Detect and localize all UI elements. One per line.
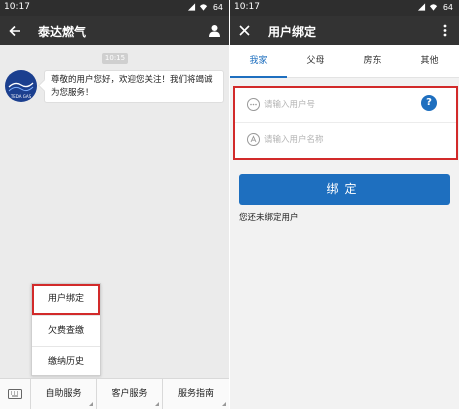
menu-item-user-binding[interactable]: 用户绑定 <box>32 284 100 315</box>
menu-item-payment-history[interactable]: 缴纳历史 <box>32 346 100 377</box>
menu-customer-service[interactable]: 客户服务 <box>97 379 163 409</box>
menu-service-guide[interactable]: 服务指南 <box>163 379 229 409</box>
tab-parents[interactable]: 父母 <box>287 45 344 78</box>
battery-level: 64 <box>442 2 453 12</box>
back-arrow-icon[interactable] <box>0 16 29 45</box>
chat-screen: 10:17 64 泰达燃气 10:15 TEDA GAS 尊敬的用户您好，欢迎您… <box>0 0 229 409</box>
welcome-message: 尊敬的用户您好，欢迎您关注！我们将竭诚为您服务！ <box>44 70 224 103</box>
chat-area: 10:15 TEDA GAS 尊敬的用户您好，欢迎您关注！我们将竭诚为您服务！ … <box>0 45 229 378</box>
relation-tabs: 我家 父母 房东 其他 <box>230 45 459 78</box>
binding-status-text: 您还未绑定用户 <box>239 213 299 223</box>
header: 泰达燃气 <box>0 16 229 45</box>
user-name-input[interactable] <box>264 130 414 150</box>
keyboard-icon[interactable] <box>0 379 31 409</box>
tab-my-home[interactable]: 我家 <box>230 45 287 78</box>
menu-item-arrears[interactable]: 欠费查缴 <box>32 315 100 346</box>
user-name-row <box>235 123 456 158</box>
status-time: 10:17 <box>234 2 260 12</box>
avatar-caption: TEDA GAS <box>10 94 32 99</box>
binding-form: ? <box>233 86 458 160</box>
status-bar: 10:17 64 <box>230 0 459 16</box>
tab-landlord[interactable]: 房东 <box>344 45 401 78</box>
user-id-row: ? <box>235 88 456 123</box>
battery-level: 64 <box>212 2 223 12</box>
wifi-icon <box>199 4 207 11</box>
message-timestamp: 10:15 <box>102 53 128 64</box>
user-binding-screen: 10:17 64 用户绑定 我家 父母 房东 其他 ? <box>230 0 459 409</box>
close-icon[interactable] <box>230 16 259 45</box>
self-service-submenu: 用户绑定 欠费查缴 缴纳历史 <box>31 283 101 376</box>
menu-self-service[interactable]: 自助服务 <box>31 379 97 409</box>
status-bar: 10:17 64 <box>0 0 229 16</box>
status-time: 10:17 <box>4 2 30 12</box>
menu-customer-service-label: 客户服务 <box>111 389 148 399</box>
tab-other[interactable]: 其他 <box>401 45 458 78</box>
avatar[interactable]: TEDA GAS <box>5 70 37 102</box>
person-icon[interactable] <box>200 16 229 45</box>
signal-icon <box>417 3 425 11</box>
id-icon <box>247 98 260 111</box>
more-vertical-icon[interactable] <box>430 16 459 45</box>
active-tab-indicator <box>230 76 287 78</box>
menu-self-service-label: 自助服务 <box>45 389 82 399</box>
header: 用户绑定 <box>230 16 459 45</box>
bind-button[interactable]: 绑定 <box>239 174 450 205</box>
page-title: 泰达燃气 <box>38 25 87 39</box>
page-title: 用户绑定 <box>268 25 317 39</box>
help-icon[interactable]: ? <box>421 95 437 111</box>
user-id-input[interactable] <box>264 95 414 115</box>
bottom-menu: 自助服务 客户服务 服务指南 <box>0 378 229 409</box>
menu-service-guide-label: 服务指南 <box>177 389 214 399</box>
wifi-icon <box>429 4 437 11</box>
name-icon <box>247 133 260 146</box>
signal-icon <box>187 3 195 11</box>
